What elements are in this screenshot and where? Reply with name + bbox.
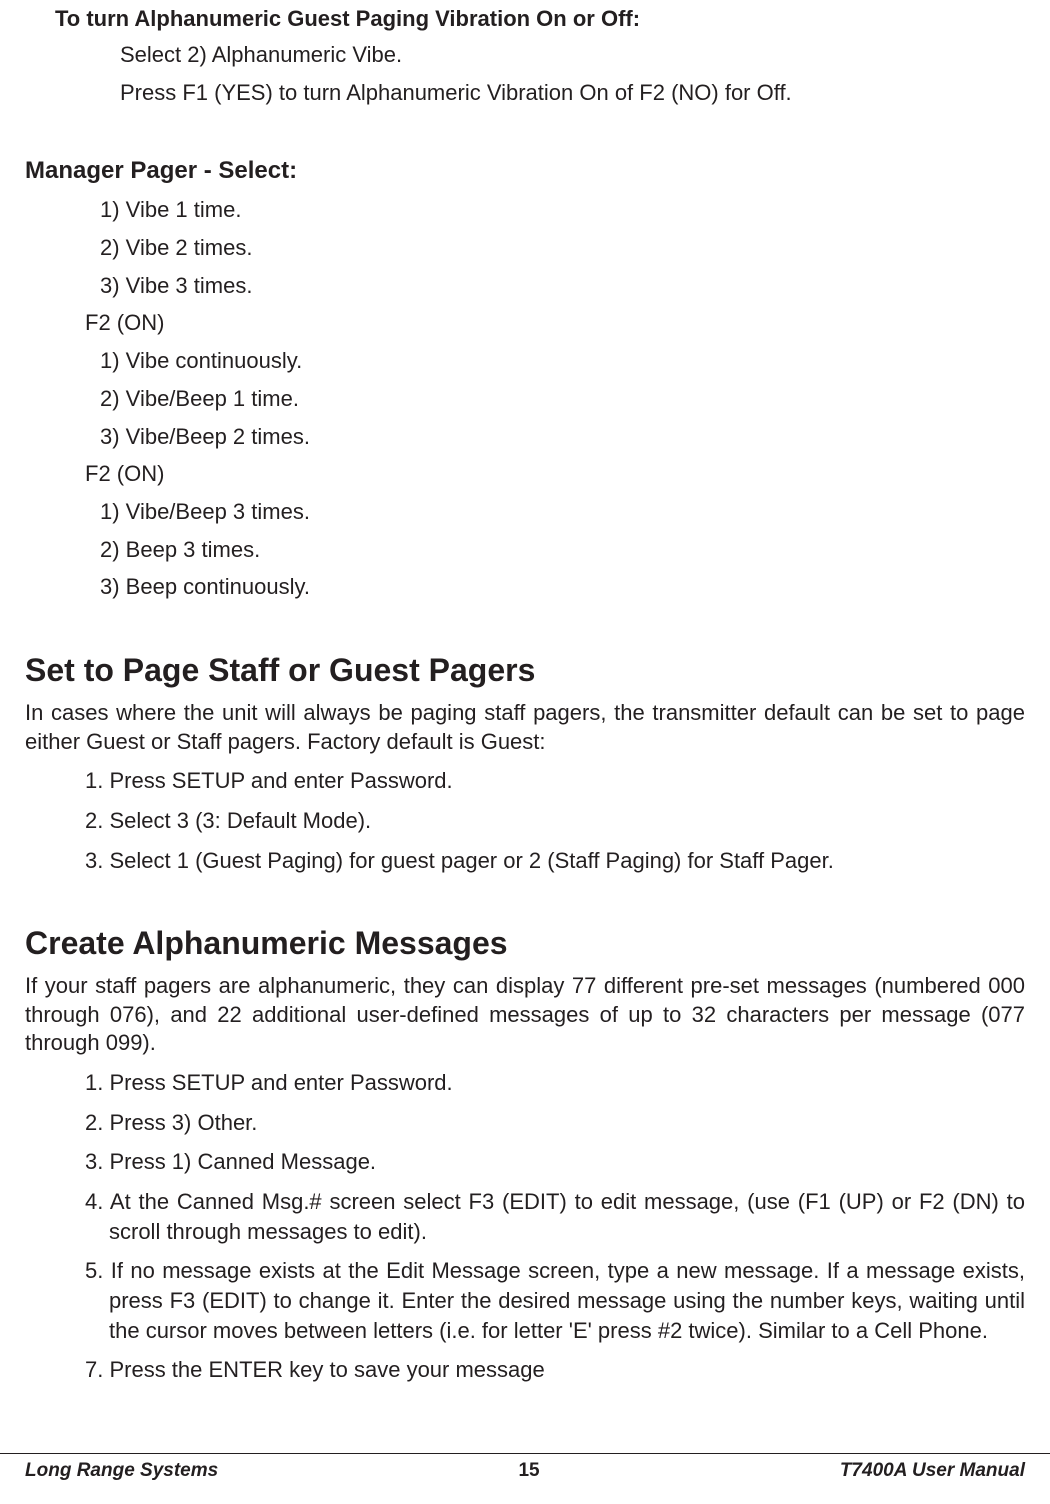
set-to-page-intro: In cases where the unit will always be p… xyxy=(25,699,1025,756)
footer-right: T7400A User Manual xyxy=(840,1460,1025,1482)
f2-label: F2 (ON) xyxy=(85,459,1025,489)
numbered-step: 7. Press the ENTER key to save your mess… xyxy=(85,1355,1025,1385)
option-line: 3) Vibe/Beep 2 times. xyxy=(100,422,1025,452)
numbered-step: 2. Press 3) Other. xyxy=(85,1108,1025,1138)
option-line: 1) Vibe/Beep 3 times. xyxy=(100,497,1025,527)
option-line: 2) Beep 3 times. xyxy=(100,535,1025,565)
option-line: 2) Vibe 2 times. xyxy=(100,233,1025,263)
page-footer: Long Range Systems 15 T7400A User Manual xyxy=(0,1453,1050,1482)
page-number: 15 xyxy=(518,1460,539,1482)
numbered-step: 1. Press SETUP and enter Password. xyxy=(85,766,1025,796)
numbered-step: 4. At the Canned Msg.# screen select F3 … xyxy=(85,1187,1025,1246)
create-messages-title: Create Alphanumeric Messages xyxy=(25,925,1025,962)
manager-pager-title: Manager Pager - Select: xyxy=(25,157,1025,185)
instruction-line: Select 2) Alphanumeric Vibe. xyxy=(120,40,1025,70)
alphanumeric-vibe-heading: To turn Alphanumeric Guest Paging Vibrat… xyxy=(55,6,1025,32)
option-line: 1) Vibe 1 time. xyxy=(100,195,1025,225)
create-messages-intro: If your staff pagers are alphanumeric, t… xyxy=(25,972,1025,1058)
numbered-step: 1. Press SETUP and enter Password. xyxy=(85,1068,1025,1098)
option-line: 1) Vibe continuously. xyxy=(100,346,1025,376)
f2-label: F2 (ON) xyxy=(85,308,1025,338)
option-line: 3) Beep continuously. xyxy=(100,572,1025,602)
numbered-step: 5. If no message exists at the Edit Mess… xyxy=(85,1256,1025,1345)
option-line: 3) Vibe 3 times. xyxy=(100,271,1025,301)
numbered-step: 3. Select 1 (Guest Paging) for guest pag… xyxy=(85,846,1025,876)
numbered-step: 2. Select 3 (3: Default Mode). xyxy=(85,806,1025,836)
footer-left: Long Range Systems xyxy=(25,1460,218,1482)
set-to-page-title: Set to Page Staff or Guest Pagers xyxy=(25,652,1025,689)
instruction-line: Press F1 (YES) to turn Alphanumeric Vibr… xyxy=(120,78,1025,108)
option-line: 2) Vibe/Beep 1 time. xyxy=(100,384,1025,414)
numbered-step: 3. Press 1) Canned Message. xyxy=(85,1147,1025,1177)
